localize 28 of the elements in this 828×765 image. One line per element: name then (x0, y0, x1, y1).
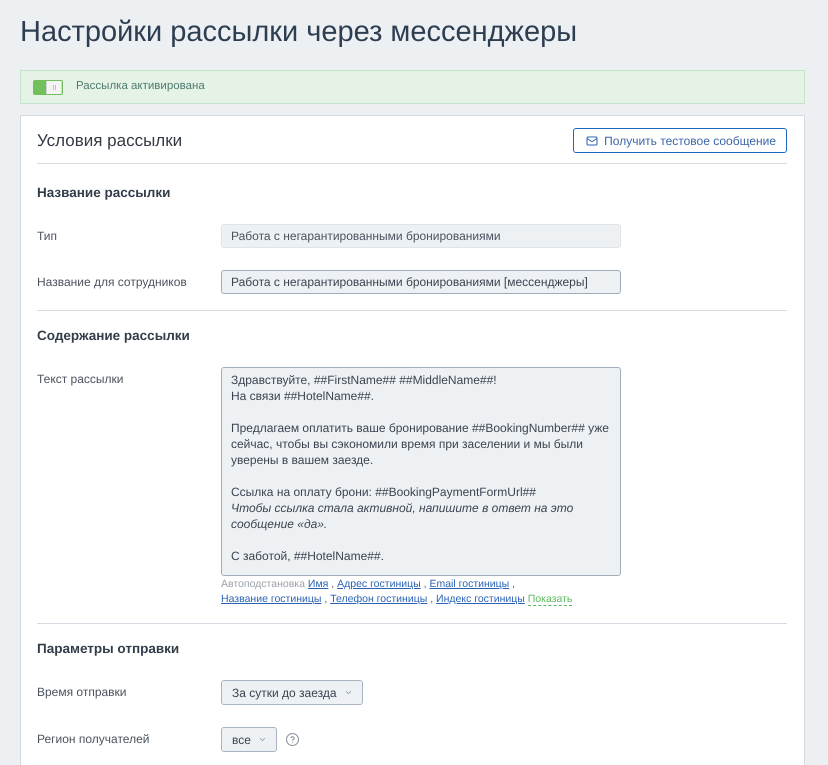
section-heading: Параметры отправки (37, 640, 180, 658)
insert-link[interactable]: Адрес гостиницы (337, 578, 421, 590)
help-icon[interactable] (286, 733, 299, 746)
dropdown-select[interactable]: За сутки до заезда (221, 680, 363, 705)
field-label: Название для сотрудников (37, 275, 187, 289)
insert-link[interactable]: Телефон гостиницы (330, 593, 428, 605)
field-label: Время отправки (37, 685, 127, 699)
autofill-hint: Автоподстановка Имя , Адрес гостиницы , Email гостиницы , Название гостиницы , Телефон гостиницы , Индекс гостиницы Показать (221, 577, 574, 607)
chevron-down-icon (258, 735, 267, 744)
section-heading: Название рассылки (37, 184, 170, 202)
toggle-switch[interactable] (33, 80, 63, 94)
message-textarea[interactable]: Здравствуйте, ##FirstName## ##MiddleName##! На связи ##HotelName##. Предлагаем оплатить ваше бронирование ##BookingNumber## уже сейчас, чтобы вы сэкономили время при заселении и мы были уверены в вашем заезде. Ссылка на оплату брони: ##BookingPaymentFormUrl## Чтобы ссылка стала активной, напишите в ответ на это сообщение «да». С заботой, ##HotelName##. (221, 367, 621, 576)
page-title: Настройки рассылки через мессенджеры (20, 15, 578, 50)
field-label: Текст рассылки (37, 372, 124, 386)
insert-link[interactable]: Имя (308, 578, 328, 590)
test-message-button[interactable]: Получить тестовое сообщение (573, 128, 787, 153)
section-heading: Содержание рассылки (37, 327, 190, 345)
insert-link[interactable]: Email гостиницы (429, 578, 510, 590)
field-label: Регион получателей (37, 732, 150, 746)
text-input[interactable]: Работа с негарантированными бронированиями [мессенджеры] (221, 270, 621, 294)
envelope-icon (586, 134, 598, 146)
card-title: Условия рассылки (37, 130, 182, 152)
field-label: Тип (37, 229, 58, 243)
status-text: Рассылка активирована (76, 79, 205, 94)
insert-link[interactable]: Индекс гостиницы (436, 593, 525, 605)
chevron-down-icon (344, 688, 353, 697)
dropdown-select[interactable]: все (221, 727, 277, 752)
insert-link[interactable]: Название гостиницы (221, 593, 322, 605)
